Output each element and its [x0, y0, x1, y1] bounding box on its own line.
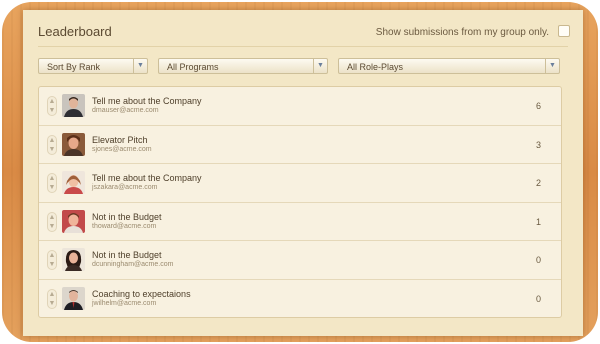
vote-up-icon[interactable]: ▲ — [48, 97, 56, 106]
score: 3 — [535, 139, 541, 150]
avatar — [62, 248, 85, 271]
avatar-image — [62, 171, 85, 194]
sort-select-value: Sort By Rank — [47, 62, 101, 72]
submission-email: dcunningham@acme.com — [92, 261, 174, 268]
vote-up-icon[interactable]: ▲ — [48, 251, 56, 260]
leaderboard-panel: Leaderboard Show submissions from my gro… — [23, 10, 583, 336]
score: 2 — [535, 178, 541, 188]
group-filter-checkbox[interactable] — [558, 25, 570, 37]
list-item[interactable]: ▲ ▼ Tell me about the Company dmauser@ac… — [39, 87, 561, 126]
chevron-down-icon: ▼ — [313, 59, 327, 73]
avatar — [62, 94, 85, 117]
avatar — [62, 209, 85, 233]
avatar — [62, 286, 85, 310]
vote-control[interactable]: ▲ ▼ — [47, 134, 57, 155]
vote-control[interactable]: ▲ ▼ — [47, 173, 57, 193]
roleplays-select-value: All Role-Plays — [347, 62, 404, 72]
chevron-down-icon: ▼ — [133, 59, 147, 73]
chevron-down-icon: ▼ — [545, 59, 559, 73]
sort-select[interactable]: Sort By Rank ▼ — [38, 58, 148, 74]
vote-control[interactable]: ▲ ▼ — [47, 211, 57, 232]
score: 6 — [535, 101, 541, 111]
vote-down-icon[interactable]: ▼ — [48, 106, 56, 115]
avatar-image — [62, 94, 85, 117]
leaderboard-list: ▲ ▼ Tell me about the Company dmauser@ac… — [38, 86, 562, 318]
score: 0 — [535, 293, 541, 304]
group-filter-label: Show submissions from my group only. — [375, 27, 549, 38]
vote-down-icon[interactable]: ▼ — [48, 260, 56, 269]
submission-title[interactable]: Coaching to expectaions — [92, 289, 191, 299]
avatar-image — [62, 132, 85, 156]
submission-email: jwilhelm@acme.com — [92, 299, 157, 307]
submission-email: sjones@acme.com — [92, 145, 152, 153]
score: 0 — [535, 255, 541, 265]
score: 1 — [535, 216, 541, 227]
list-item[interactable]: ▲ ▼ Coaching to expectaions jwilhelm@acm… — [39, 280, 561, 319]
list-item[interactable]: ▲ ▼ Not in the Budget thoward@acme.com 1 — [39, 203, 561, 241]
submission-title[interactable]: Elevator Pitch — [92, 135, 148, 145]
list-item[interactable]: ▲ ▼ Tell me about the Company jszakara@a… — [39, 164, 561, 203]
vote-up-icon[interactable]: ▲ — [48, 213, 56, 222]
vote-down-icon[interactable]: ▼ — [48, 145, 56, 154]
programs-select[interactable]: All Programs ▼ — [158, 58, 328, 74]
list-item[interactable]: ▲ ▼ Not in the Budget dcunningham@acme.c… — [39, 241, 561, 280]
avatar — [62, 171, 85, 194]
submission-title[interactable]: Tell me about the Company — [92, 96, 202, 106]
vote-up-icon[interactable]: ▲ — [48, 174, 56, 183]
header-divider — [38, 46, 568, 47]
programs-select-value: All Programs — [167, 62, 219, 72]
vote-down-icon[interactable]: ▼ — [48, 222, 56, 231]
submission-title[interactable]: Tell me about the Company — [92, 173, 202, 183]
submission-email: jszakara@acme.com — [92, 184, 158, 191]
submission-email: dmauser@acme.com — [92, 107, 159, 114]
avatar-image — [62, 286, 85, 310]
avatar-image — [62, 209, 85, 233]
vote-up-icon[interactable]: ▲ — [48, 136, 56, 145]
vote-control[interactable]: ▲ ▼ — [47, 250, 57, 270]
submission-title[interactable]: Not in the Budget — [92, 250, 162, 260]
vote-control[interactable]: ▲ ▼ — [47, 288, 57, 309]
roleplays-select[interactable]: All Role-Plays ▼ — [338, 58, 560, 74]
avatar-image — [62, 248, 85, 271]
vote-down-icon[interactable]: ▼ — [48, 183, 56, 192]
vote-down-icon[interactable]: ▼ — [48, 299, 56, 308]
vote-control[interactable]: ▲ ▼ — [47, 96, 57, 116]
list-item[interactable]: ▲ ▼ Elevator Pitch sjones@acme.com 3 — [39, 126, 561, 164]
page-title: Leaderboard — [38, 24, 112, 39]
vote-up-icon[interactable]: ▲ — [48, 290, 56, 299]
submission-email: thoward@acme.com — [92, 222, 157, 230]
submission-title[interactable]: Not in the Budget — [92, 212, 162, 222]
wood-background: Leaderboard Show submissions from my gro… — [2, 2, 598, 342]
avatar — [62, 132, 85, 156]
